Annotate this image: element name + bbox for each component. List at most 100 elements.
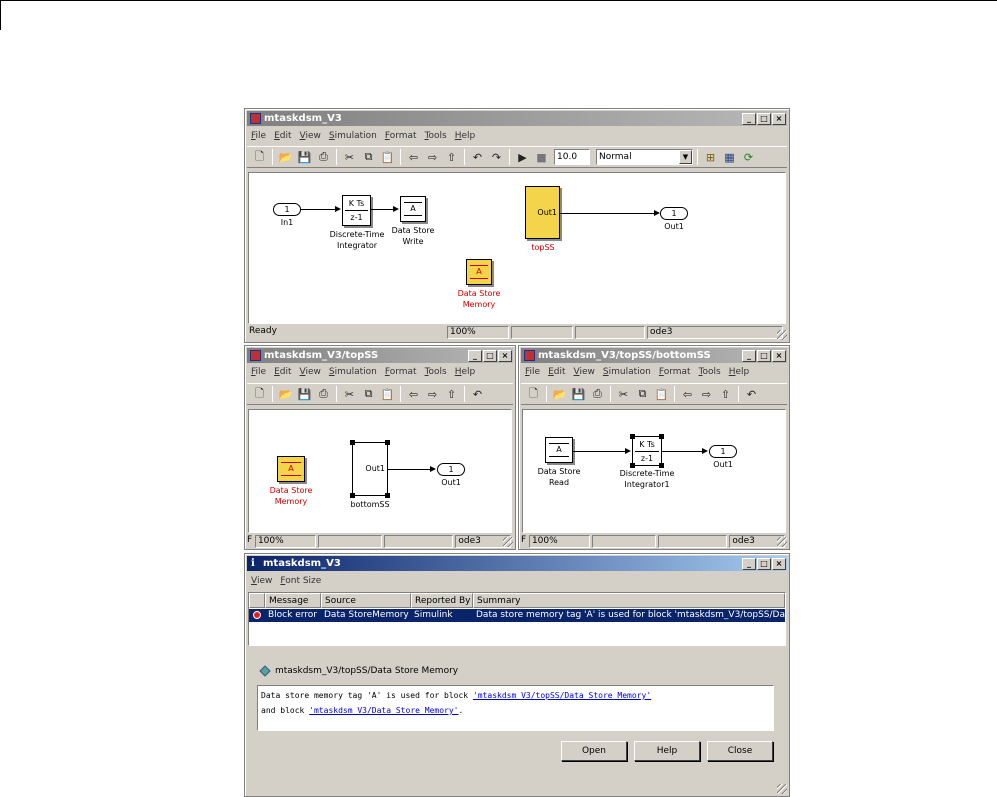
stop-simulation-icon[interactable]: ■ [533, 149, 550, 166]
undo-icon[interactable]: ↶ [469, 149, 486, 166]
model-canvas[interactable]: A Data Store Read K Ts z-1 Discrete-Time… [522, 409, 786, 533]
copy-icon[interactable]: ⧉ [360, 149, 377, 166]
selection-handle[interactable] [630, 434, 635, 439]
menu-view[interactable]: View [247, 576, 276, 586]
selection-handle[interactable] [350, 440, 355, 445]
chevron-down-icon[interactable]: ▼ [679, 150, 692, 164]
menu-tools[interactable]: Tools [695, 367, 725, 377]
minimize-button[interactable]: _ [742, 350, 756, 362]
selection-handle[interactable] [385, 440, 390, 445]
data-store-read-block[interactable]: A [545, 437, 573, 463]
forward-icon[interactable]: ⇨ [424, 386, 441, 403]
data-store-memory-block[interactable]: A [466, 259, 492, 285]
minimize-button[interactable]: _ [742, 558, 756, 570]
undo-icon[interactable]: ↶ [743, 386, 760, 403]
paste-icon[interactable]: 📋 [379, 149, 396, 166]
close-button[interactable]: × [772, 113, 786, 125]
resize-grip[interactable] [503, 537, 513, 547]
menu-edit[interactable]: Edit [544, 367, 569, 377]
discrete-integrator-block[interactable]: K Ts z-1 [630, 434, 664, 468]
redo-icon[interactable]: ↷ [488, 149, 505, 166]
help-button[interactable]: Help [634, 741, 700, 761]
maximize-button[interactable]: □ [483, 350, 497, 362]
paste-icon[interactable]: 📋 [653, 386, 670, 403]
back-icon[interactable]: ⇦ [679, 386, 696, 403]
column-header-source[interactable]: Source [321, 593, 411, 608]
up-icon[interactable]: ⇧ [443, 386, 460, 403]
back-icon[interactable]: ⇦ [405, 149, 422, 166]
signal-line[interactable] [573, 451, 625, 452]
stop-time-field[interactable]: 10.0 [554, 149, 590, 165]
signal-line[interactable] [388, 469, 430, 470]
cut-icon[interactable]: ✂ [341, 386, 358, 403]
outport-block[interactable]: 1 [709, 445, 737, 458]
update-diagram-icon[interactable]: ⟳ [740, 149, 757, 166]
save-icon[interactable]: 💾 [570, 386, 587, 403]
block-link-topss[interactable]: 'mtaskdsm_V3/topSS/Data Store Memory' [473, 691, 651, 700]
signal-line[interactable] [560, 213, 654, 214]
menu-simulation[interactable]: Simulation [599, 367, 655, 377]
discrete-integrator-block[interactable]: K Ts z-1 [342, 195, 371, 226]
menu-simulation[interactable]: Simulation [325, 131, 381, 141]
data-store-memory-block[interactable]: A [277, 456, 305, 482]
simulation-mode-select[interactable]: Normal ▼ [596, 149, 693, 165]
maximize-button[interactable]: □ [757, 558, 771, 570]
new-icon[interactable]: 🗋 [251, 149, 268, 166]
up-icon[interactable]: ⇧ [443, 149, 460, 166]
signal-line[interactable] [301, 209, 335, 210]
menu-edit[interactable]: Edit [270, 367, 295, 377]
new-icon[interactable]: 🗋 [251, 386, 268, 403]
column-header-summary[interactable]: Summary [473, 593, 785, 608]
table-row[interactable]: Block error Data StoreMemory Simulink Da… [249, 609, 785, 622]
menu-help[interactable]: Help [451, 131, 480, 141]
column-header-message[interactable]: Message [265, 593, 321, 608]
signal-line[interactable] [662, 451, 702, 452]
menu-format[interactable]: Format [381, 367, 421, 377]
maximize-button[interactable]: □ [757, 113, 771, 125]
resize-grip[interactable] [777, 537, 787, 547]
print-icon[interactable]: ⎙ [589, 386, 606, 403]
selection-handle[interactable] [350, 493, 355, 498]
message-list[interactable]: Message Source Reported By Summary Block… [248, 592, 786, 646]
menu-tools[interactable]: Tools [421, 131, 451, 141]
model-canvas[interactable]: 1 In1 K Ts z-1 Discrete-Time Integrator … [248, 172, 786, 324]
copy-icon[interactable]: ⧉ [634, 386, 651, 403]
print-icon[interactable]: ⎙ [315, 386, 332, 403]
column-header-icon[interactable] [249, 593, 265, 608]
new-icon[interactable]: 🗋 [525, 386, 542, 403]
copy-icon[interactable]: ⧉ [360, 386, 377, 403]
outport-block[interactable]: 1 [437, 463, 465, 476]
save-icon[interactable]: 💾 [296, 149, 313, 166]
close-dialog-button[interactable]: Close [707, 741, 773, 761]
model-explorer-icon[interactable]: ▦ [721, 149, 738, 166]
library-browser-icon[interactable]: ⊞ [702, 149, 719, 166]
menu-format[interactable]: Format [655, 367, 695, 377]
minimize-button[interactable]: _ [468, 350, 482, 362]
menu-view[interactable]: View [296, 367, 325, 377]
data-store-write-block[interactable]: A [400, 196, 426, 222]
menu-view[interactable]: View [296, 131, 325, 141]
back-icon[interactable]: ⇦ [405, 386, 422, 403]
forward-icon[interactable]: ⇨ [698, 386, 715, 403]
menu-format[interactable]: Format [381, 131, 421, 141]
topss-subsystem-block[interactable]: Out1 [525, 186, 560, 239]
minimize-button[interactable]: _ [742, 113, 756, 125]
outport-block[interactable]: 1 [660, 207, 688, 220]
open-button[interactable]: Open [561, 741, 627, 761]
resize-grip[interactable] [777, 330, 787, 340]
menu-tools[interactable]: Tools [421, 367, 451, 377]
cut-icon[interactable]: ✂ [341, 149, 358, 166]
signal-line[interactable] [371, 209, 393, 210]
block-link-main[interactable]: 'mtaskdsm_V3/Data Store Memory' [309, 706, 458, 715]
menu-file[interactable]: File [247, 367, 270, 377]
print-icon[interactable]: ⎙ [315, 149, 332, 166]
menu-help[interactable]: Help [725, 367, 754, 377]
open-icon[interactable]: 📂 [551, 386, 568, 403]
close-button[interactable]: × [498, 350, 512, 362]
model-canvas[interactable]: A Data Store Memory Out1 bottomSS 1 Out1 [248, 409, 512, 533]
selection-handle[interactable] [659, 434, 664, 439]
menu-file[interactable]: File [247, 131, 270, 141]
column-header-reported-by[interactable]: Reported By [411, 593, 473, 608]
menu-font-size[interactable]: Font Size [276, 576, 325, 586]
paste-icon[interactable]: 📋 [379, 386, 396, 403]
